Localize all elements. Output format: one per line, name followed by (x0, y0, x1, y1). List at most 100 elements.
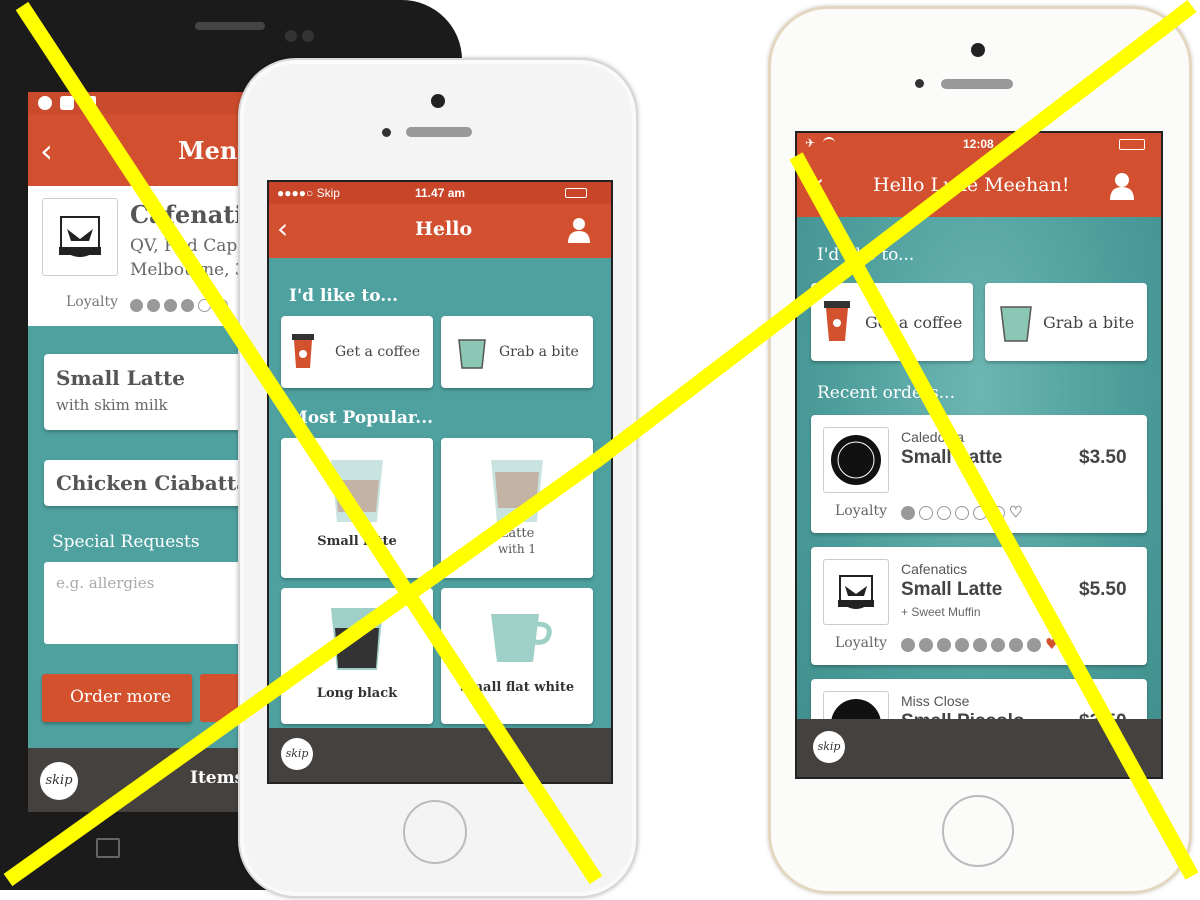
whatsapp-icon (38, 96, 52, 110)
loyalty-dot-filled (1009, 638, 1023, 652)
coffee-cup-icon (291, 332, 315, 370)
status-time: 12:08 (963, 137, 994, 151)
speaker-grille (406, 127, 472, 137)
sensor (382, 128, 391, 137)
hangouts-icon (60, 96, 74, 110)
front-camera (971, 43, 985, 57)
product-card[interactable]: Small latte (281, 438, 433, 578)
home-button[interactable] (403, 800, 467, 864)
loyalty-dot-filled (164, 299, 177, 312)
battery-icon (565, 188, 587, 198)
product-name: Long black (316, 686, 398, 701)
back-arrow-icon[interactable]: ‹ (813, 167, 824, 200)
order-item: Small Latte (901, 447, 1003, 468)
loyalty-dot-filled (181, 299, 194, 312)
product-sub: with 1 (497, 542, 537, 556)
loyalty-dot-filled (973, 638, 987, 652)
wifi-icon (823, 137, 835, 149)
recent-apps-button[interactable] (96, 838, 120, 858)
grab-bite-button[interactable]: Grab a bite (985, 283, 1147, 361)
iphone-left-header: ‹ Hello (269, 204, 611, 258)
battery-icon (1119, 139, 1145, 150)
long-black-glass-icon (327, 606, 387, 672)
item-detail: with skim milk (56, 396, 168, 414)
loyalty-dot-empty (973, 506, 987, 520)
loyalty-dots: ♥ (901, 503, 1026, 524)
loyalty-dot-filled (901, 506, 915, 520)
iphone-silver: ●●●●○ Skip 11.47 am ‹ Hello I'd like to.… (238, 58, 638, 898)
product-name: Small flat white (459, 680, 575, 695)
iphone-gold: ✈ 12:08 ‹ Hello Luke Meehan! I'd like to… (768, 6, 1192, 894)
loyalty-dot-empty (198, 299, 211, 312)
status-bar: ✈ 12:08 (797, 133, 1161, 155)
skip-logo: skip (281, 738, 313, 770)
flat-white-cup-icon (487, 610, 553, 664)
iphone-right-footer: skip (797, 719, 1161, 777)
item-name: Small Latte (56, 366, 185, 390)
cafenatics-logo (42, 198, 118, 276)
loyalty-dot-filled (991, 638, 1005, 652)
loyalty-dot-filled (130, 299, 143, 312)
order-cafe: Caledonia (901, 429, 965, 445)
header-title: Hello Luke Meehan! (873, 174, 1070, 196)
loyalty-dot-empty (991, 506, 1005, 520)
skip-logo: skip (40, 762, 78, 800)
sensor (915, 79, 924, 88)
cafe-address-line1: QV, Red Cape (130, 236, 248, 256)
carrier-label: ●●●●○ Skip (277, 186, 340, 200)
loyalty-dot-filled (937, 638, 951, 652)
loyalty-heart-icon: ♥ (1045, 635, 1059, 653)
items-label: Items (190, 768, 245, 788)
skip-logo: skip (813, 731, 845, 763)
recent-order-card[interactable]: Cafenatics Small Latte $5.50 + Sweet Muf… (811, 547, 1147, 665)
iphone-right-header: ‹ Hello Luke Meehan! (797, 155, 1161, 217)
order-more-button[interactable]: Order more (42, 674, 192, 722)
order-extra: + Sweet Muffin (901, 605, 981, 619)
loyalty-dot-empty (919, 506, 933, 520)
loyalty-heart-icon: ♥ (1008, 503, 1023, 521)
product-card[interactable]: Latte with 1 (441, 438, 593, 578)
speaker-grille (941, 79, 1013, 89)
front-camera (431, 94, 445, 108)
home-button[interactable] (942, 795, 1014, 867)
loyalty-dot-filled (1027, 638, 1041, 652)
speaker-grille (195, 22, 265, 30)
loyalty-dot-filled (147, 299, 160, 312)
status-time: 11.47 am (415, 186, 466, 200)
get-coffee-label: Get a coffee (335, 344, 421, 360)
loyalty-dot-filled (919, 638, 933, 652)
grab-bite-button[interactable]: Grab a bite (441, 316, 593, 388)
loyalty-dot-filled (955, 638, 969, 652)
product-card[interactable]: Long black (281, 588, 433, 724)
small-latte-glass-icon (327, 458, 387, 524)
caledonia-logo (823, 427, 889, 493)
get-coffee-button[interactable]: Get a coffee (811, 283, 973, 361)
loyalty-label: Loyalty (66, 294, 118, 310)
iphone-left-screen: ●●●●○ Skip 11.47 am ‹ Hello I'd like to.… (267, 180, 613, 784)
order-more-label: Order more (70, 687, 172, 707)
loyalty-dot-empty (215, 299, 228, 312)
back-arrow-icon[interactable]: ‹ (277, 212, 288, 245)
cafe-address-line2: Melbourne, 3 (130, 260, 246, 280)
order-price: $3.50 (1079, 447, 1127, 468)
loyalty-dots: ♥ (901, 637, 1062, 656)
recent-order-card[interactable]: Caledonia Small Latte $3.50 Loyalty ♥ (811, 415, 1147, 533)
back-arrow-icon[interactable]: ‹ (40, 132, 53, 170)
takeaway-box-icon (999, 299, 1033, 343)
prompt-heading: I'd like to... (817, 245, 915, 265)
shopping-bag-icon (82, 96, 96, 110)
get-coffee-button[interactable]: Get a coffee (281, 316, 433, 388)
takeaway-box-icon (457, 334, 487, 370)
user-profile-icon[interactable] (567, 216, 591, 244)
order-cafe: Cafenatics (901, 561, 968, 577)
loyalty-dot-filled (901, 638, 915, 652)
header-title: Hello (415, 218, 473, 240)
grab-bite-label: Grab a bite (1043, 313, 1135, 332)
prompt-heading: I'd like to... (289, 286, 399, 306)
front-camera (285, 30, 297, 42)
latte-glass-icon (487, 458, 547, 524)
user-profile-icon[interactable] (1109, 171, 1135, 201)
loyalty-dot-empty (937, 506, 951, 520)
product-card[interactable]: Small flat white (441, 588, 593, 724)
item-name: Chicken Ciabatta (56, 471, 250, 495)
